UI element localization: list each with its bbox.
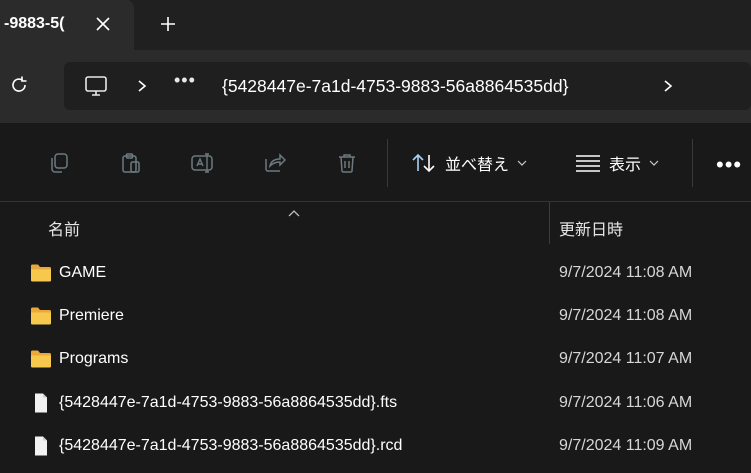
title-bar: -9883-5( — [0, 0, 751, 50]
column-header: 名前 更新日時 — [0, 202, 751, 246]
address-bar[interactable]: ••• {5428447e-7a1d-4753-9883-56a8864535d… — [64, 62, 751, 110]
item-date: 9/7/2024 11:08 AM — [559, 264, 693, 281]
column-date-header[interactable]: 更新日時 — [559, 216, 623, 240]
rename-icon[interactable] — [189, 149, 217, 177]
breadcrumb-chevron-icon[interactable] — [660, 76, 676, 96]
item-name: GAME — [59, 264, 107, 281]
chevron-down-icon — [517, 160, 527, 166]
list-item[interactable]: {5428447e-7a1d-4753-9883-56a8864535dd}.f… — [0, 382, 751, 424]
refresh-icon[interactable] — [6, 72, 32, 98]
breadcrumb-current-folder[interactable]: {5428447e-7a1d-4753-9883-56a8864535dd} — [222, 76, 568, 97]
breadcrumb-chevron-icon[interactable] — [134, 76, 150, 96]
tab-current[interactable]: -9883-5( — [0, 0, 134, 50]
column-resize-handle[interactable] — [549, 202, 550, 244]
new-tab-icon[interactable] — [156, 12, 180, 36]
list-item[interactable]: {5428447e-7a1d-4753-9883-56a8864535dd}.r… — [0, 425, 751, 467]
item-date: 9/7/2024 11:06 AM — [559, 394, 693, 411]
command-bar: 並べ替え 表示 ••• — [0, 122, 751, 202]
share-icon[interactable] — [261, 149, 289, 177]
navigation-bar: ••• {5428447e-7a1d-4753-9883-56a8864535d… — [0, 50, 751, 122]
item-name: {5428447e-7a1d-4753-9883-56a8864535dd}.f… — [59, 394, 398, 411]
sort-icon — [412, 153, 435, 173]
item-name: Premiere — [59, 307, 124, 324]
view-label: 表示 — [609, 157, 642, 174]
list-item[interactable]: Programs 9/7/2024 11:07 AM — [0, 338, 751, 380]
toolbar-divider — [387, 139, 388, 187]
copy-icon[interactable] — [45, 149, 73, 177]
sort-ascending-icon — [287, 204, 301, 217]
delete-icon[interactable] — [333, 149, 361, 177]
sort-label: 並べ替え — [445, 157, 510, 174]
view-list-icon — [576, 155, 600, 172]
item-date: 9/7/2024 11:08 AM — [559, 307, 693, 324]
sort-button[interactable]: 並べ替え — [411, 147, 527, 179]
this-pc-icon[interactable] — [84, 74, 108, 98]
item-date: 9/7/2024 11:09 AM — [559, 437, 693, 454]
paste-icon[interactable] — [117, 149, 145, 177]
item-name: Programs — [59, 350, 129, 367]
tab-title: -9883-5( — [4, 15, 65, 32]
breadcrumb-overflow-button[interactable]: ••• — [174, 70, 196, 91]
folder-icon — [30, 263, 52, 283]
file-icon — [30, 393, 52, 413]
close-tab-icon[interactable] — [92, 12, 114, 36]
column-name-header[interactable]: 名前 — [48, 216, 80, 240]
folder-icon — [30, 306, 52, 326]
folder-icon — [30, 349, 52, 369]
file-icon — [30, 436, 52, 456]
view-button[interactable]: 表示 — [575, 147, 659, 179]
list-item[interactable]: GAME 9/7/2024 11:08 AM — [0, 252, 751, 294]
toolbar-divider — [692, 139, 693, 187]
more-options-button[interactable]: ••• — [716, 152, 742, 178]
item-date: 9/7/2024 11:07 AM — [559, 350, 693, 367]
item-name: {5428447e-7a1d-4753-9883-56a8864535dd}.r… — [59, 437, 403, 454]
list-item[interactable]: Premiere 9/7/2024 11:08 AM — [0, 295, 751, 337]
chevron-down-icon — [649, 160, 659, 166]
